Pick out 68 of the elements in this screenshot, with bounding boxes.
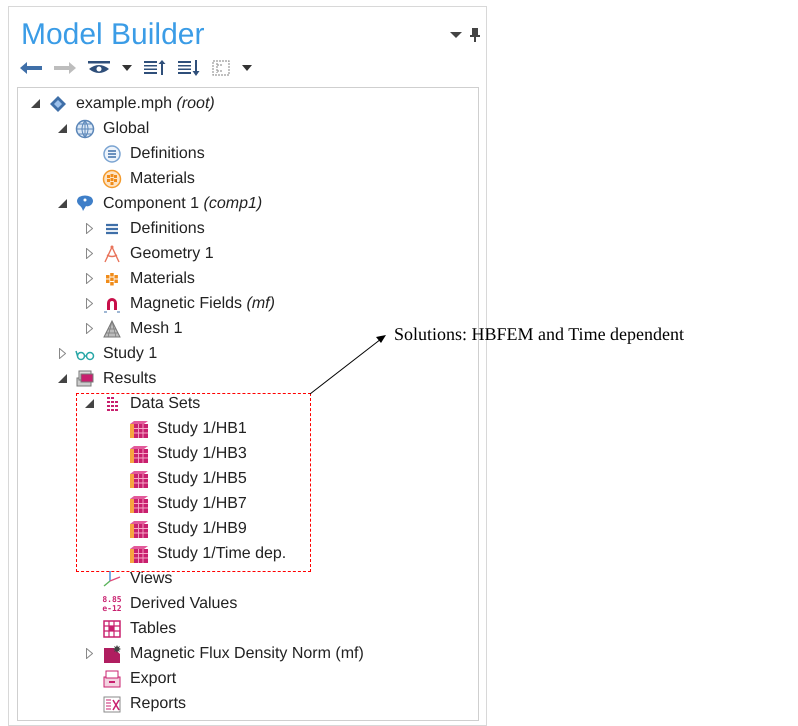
cube-icon bbox=[129, 444, 149, 464]
cube-icon bbox=[129, 418, 149, 438]
tree-item[interactable]: Views bbox=[130, 566, 172, 590]
collapsed-arrow-icon[interactable] bbox=[58, 348, 66, 359]
back-arrow-icon[interactable] bbox=[20, 61, 42, 75]
report-icon bbox=[102, 694, 122, 714]
shape-icon bbox=[102, 644, 122, 664]
tree-item[interactable]: Derived Values bbox=[130, 592, 238, 616]
export-box-icon bbox=[102, 668, 122, 688]
cube-icon bbox=[129, 544, 149, 564]
diamond-icon bbox=[48, 94, 68, 114]
expand-list-icon[interactable] bbox=[178, 60, 200, 76]
tree-item[interactable]: Magnetic Fields (mf) bbox=[130, 292, 275, 316]
tree-item[interactable]: Materials bbox=[130, 166, 195, 190]
expanded-arrow-icon[interactable] bbox=[84, 399, 94, 408]
table-icon bbox=[102, 618, 122, 638]
globe-icon bbox=[75, 118, 95, 138]
dropdown-caret-icon[interactable] bbox=[450, 31, 462, 39]
tree-item[interactable]: Mesh 1 bbox=[130, 316, 182, 340]
list-circle-icon bbox=[102, 144, 122, 164]
tree-item[interactable]: Results bbox=[103, 366, 156, 390]
tree-item[interactable]: Study 1/HB9 bbox=[157, 516, 247, 540]
tree-item[interactable]: Study 1/HB3 bbox=[157, 442, 247, 466]
tree-item[interactable]: Tables bbox=[130, 616, 176, 640]
eye-icon[interactable] bbox=[88, 61, 110, 75]
tree-structure-icon[interactable] bbox=[212, 60, 230, 76]
expanded-arrow-icon[interactable] bbox=[58, 374, 66, 383]
axes-icon bbox=[102, 568, 122, 588]
tree-item[interactable]: Study 1 bbox=[103, 342, 158, 366]
collapsed-arrow-icon[interactable] bbox=[86, 223, 92, 234]
tree-item[interactable]: Study 1/HB5 bbox=[157, 466, 247, 490]
panel-title: Model Builder bbox=[21, 17, 204, 53]
tree-item[interactable]: Reports bbox=[130, 692, 186, 716]
tree-item[interactable]: Export bbox=[130, 666, 176, 690]
tree-item[interactable]: Definitions bbox=[130, 216, 205, 240]
materials-circle-icon bbox=[102, 168, 122, 188]
collapse-list-icon[interactable] bbox=[144, 60, 166, 76]
expanded-arrow-icon[interactable] bbox=[58, 124, 66, 133]
expanded-arrow-icon[interactable] bbox=[30, 99, 40, 108]
triangle-mesh-icon bbox=[102, 318, 122, 338]
caret-icon[interactable] bbox=[242, 64, 252, 72]
cube-icon bbox=[129, 518, 149, 538]
blob-icon bbox=[75, 194, 95, 214]
cube-icon bbox=[129, 468, 149, 488]
tree-item[interactable]: Geometry 1 bbox=[130, 242, 214, 266]
caret-icon[interactable] bbox=[122, 64, 132, 72]
tree-item[interactable]: Data Sets bbox=[130, 392, 200, 416]
pin-icon[interactable] bbox=[470, 28, 480, 42]
tree-item[interactable]: Study 1/Time dep. bbox=[157, 542, 286, 566]
tree-item[interactable]: Study 1/HB7 bbox=[157, 492, 247, 516]
number-icon: 8.85 e-12 bbox=[101, 594, 123, 614]
collapsed-arrow-icon[interactable] bbox=[86, 273, 92, 284]
tree-item[interactable]: Component 1 (comp1) bbox=[103, 192, 262, 216]
tree-item[interactable]: Definitions bbox=[130, 142, 205, 166]
tree-item[interactable]: Magnetic Flux Density Norm (mf) bbox=[130, 642, 364, 666]
stacked-screens-icon bbox=[75, 368, 95, 388]
tree-item[interactable]: Materials bbox=[130, 266, 195, 290]
tree-item[interactable]: Study 1/HB1 bbox=[157, 416, 247, 440]
annotation-text: Solutions: HBFEM and Time dependent bbox=[394, 323, 684, 346]
collapsed-arrow-icon[interactable] bbox=[86, 323, 92, 334]
compass-icon bbox=[102, 244, 122, 264]
tree-item[interactable]: example.mph (root) bbox=[76, 92, 215, 116]
tree-item[interactable]: Global bbox=[103, 116, 150, 140]
cube-icon bbox=[129, 494, 149, 514]
collapsed-arrow-icon[interactable] bbox=[86, 248, 92, 259]
collapsed-arrow-icon[interactable] bbox=[86, 648, 92, 659]
expanded-arrow-icon[interactable] bbox=[58, 199, 66, 208]
collapsed-arrow-icon[interactable] bbox=[86, 298, 92, 309]
